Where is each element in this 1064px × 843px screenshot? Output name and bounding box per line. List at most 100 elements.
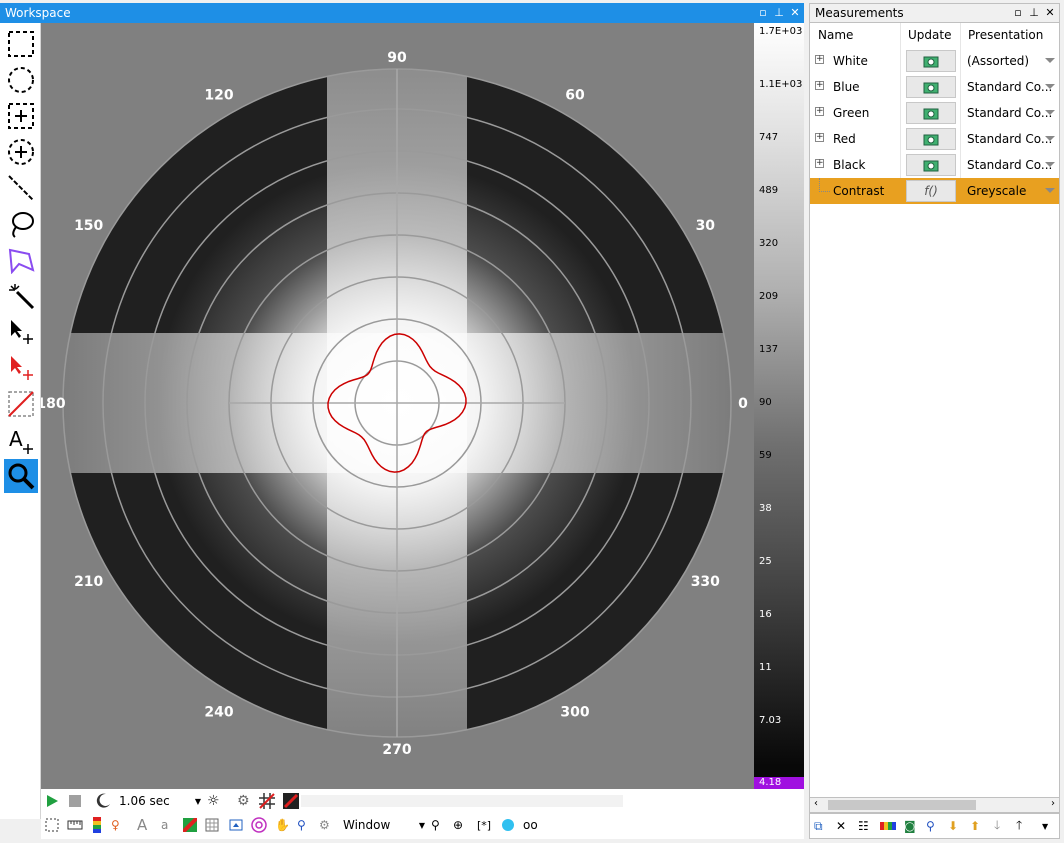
pin-icon[interactable]: ⊥ <box>774 6 784 20</box>
play-button[interactable] <box>45 793 59 809</box>
view-settings-button[interactable]: ⚙ <box>319 817 330 833</box>
rectangle-center-tool[interactable] <box>4 99 38 133</box>
expand-icon[interactable]: + <box>815 55 824 64</box>
column-header-presentation[interactable]: Presentation <box>968 23 1043 47</box>
delete-measurement-button[interactable]: ✕ <box>836 818 846 834</box>
dropdown-arrow-icon[interactable] <box>1045 162 1055 167</box>
horizontal-scrollbar[interactable]: ‹ › <box>809 797 1060 813</box>
angle-label: 210 <box>74 574 103 590</box>
no-grid-button[interactable] <box>259 793 275 809</box>
zoom-tool[interactable] <box>4 459 38 493</box>
polar-target-button[interactable] <box>251 817 267 833</box>
lasso-tool[interactable] <box>4 207 38 241</box>
color-circle-button[interactable] <box>501 817 515 833</box>
polygon-tool[interactable] <box>4 243 38 277</box>
colorbar-icon <box>93 817 101 833</box>
presentation-value: Greyscale <box>967 184 1027 198</box>
update-camera-button[interactable] <box>906 154 956 176</box>
brightness-button[interactable]: ☼ <box>207 793 220 809</box>
erase-tool[interactable] <box>4 387 38 421</box>
update-camera-button[interactable] <box>906 102 956 124</box>
rectangle-select-tool[interactable] <box>4 27 38 61</box>
add-measurement-button[interactable]: ⧉ <box>814 818 823 834</box>
colorbar-button[interactable] <box>880 818 896 834</box>
restore-icon[interactable]: ▫ <box>1013 6 1023 20</box>
scroll-left-icon[interactable]: ‹ <box>814 798 818 809</box>
zoom-mode-value: Window <box>343 818 391 832</box>
close-icon[interactable]: ✕ <box>1045 6 1055 20</box>
dropdown-arrow-icon[interactable] <box>1045 84 1055 89</box>
measurement-row[interactable]: + Black Standard Co... <box>810 152 1059 178</box>
export-button[interactable]: ⬆ <box>970 818 980 834</box>
update-function-button[interactable]: f() <box>906 180 956 202</box>
move-down-button[interactable]: 🡓 <box>994 818 1000 834</box>
cross-section-button[interactable]: ♀ <box>111 817 120 833</box>
dropdown-arrow-icon[interactable] <box>1045 188 1055 193</box>
line-tool[interactable] <box>4 171 38 205</box>
import-button[interactable]: ⬇ <box>948 818 958 834</box>
font-smaller-button[interactable]: a <box>161 817 168 833</box>
zoom-fit-button[interactable]: ⚲ <box>431 817 440 833</box>
interval-select[interactable]: 1.06 sec ▼ <box>119 793 201 809</box>
workspace-title: Workspace <box>5 6 71 20</box>
scroll-right-icon[interactable]: › <box>1051 798 1055 809</box>
stop-button[interactable] <box>69 793 81 809</box>
restore-icon[interactable]: ▫ <box>758 6 768 20</box>
pin-icon[interactable]: ⊥ <box>1029 6 1039 20</box>
camera-button[interactable]: ◙ <box>904 818 916 834</box>
clear-button[interactable] <box>283 793 299 809</box>
gear-icon: ⚙ <box>237 793 250 809</box>
measurement-row[interactable]: + Green Standard Co... <box>810 100 1059 126</box>
grid-button[interactable] <box>205 817 219 833</box>
update-camera-button[interactable] <box>906 50 956 72</box>
text-tool[interactable]: A <box>4 423 38 457</box>
export-button[interactable] <box>229 817 245 833</box>
font-larger-button[interactable]: A <box>137 816 147 834</box>
ellipse-center-tool[interactable] <box>4 135 38 169</box>
measurement-row[interactable]: + Red Standard Co... <box>810 126 1059 152</box>
ruler-button[interactable] <box>67 817 83 833</box>
angle-label: 0 <box>738 396 748 412</box>
column-header-update[interactable]: Update <box>908 23 951 47</box>
polar-plot-canvas[interactable]: 90 60 30 0 330 300 270 240 210 180 150 120 <box>41 23 754 789</box>
dropdown-arrow-icon[interactable] <box>1045 136 1055 141</box>
expand-icon[interactable]: + <box>815 159 824 168</box>
settings-button[interactable]: ⚙ <box>237 793 250 809</box>
measurements-toolbar: ⧉ ✕ ☷ ◙ ⚲ ⬇ ⬆ 🡓 🡑 ▼ <box>809 813 1060 839</box>
expand-icon[interactable]: + <box>815 81 824 90</box>
bracket-button[interactable]: [*] <box>477 817 491 833</box>
scroll-thumb[interactable] <box>828 800 976 810</box>
angle-label: 180 <box>41 396 66 412</box>
column-header-name[interactable]: Name <box>818 23 853 47</box>
measurement-row[interactable]: + Blue Standard Co... <box>810 74 1059 100</box>
cyan-circle-icon <box>502 819 514 831</box>
dropdown-arrow-icon[interactable] <box>1045 58 1055 63</box>
magic-wand-tool[interactable] <box>4 279 38 313</box>
select-region-button[interactable] <box>45 817 59 833</box>
list-button[interactable]: ☷ <box>858 818 869 834</box>
expand-icon[interactable]: + <box>815 133 824 142</box>
overflow-button[interactable]: ▼ <box>1042 818 1048 834</box>
colormap-button[interactable] <box>93 817 101 833</box>
expand-icon[interactable]: + <box>815 107 824 116</box>
measurements-title: Measurements <box>815 6 904 20</box>
color-gradient-icon <box>880 822 896 830</box>
move-red-tool[interactable] <box>4 351 38 385</box>
close-icon[interactable]: ✕ <box>790 6 800 20</box>
ellipse-select-tool[interactable] <box>4 63 38 97</box>
move-tool[interactable] <box>4 315 38 349</box>
dropdown-arrow-icon[interactable] <box>1045 110 1055 115</box>
center-button[interactable]: ⊕ <box>453 817 463 833</box>
update-camera-button[interactable] <box>906 76 956 98</box>
night-mode-button[interactable] <box>95 793 111 809</box>
pan-button[interactable]: ✋ <box>275 817 290 833</box>
move-up-button[interactable]: 🡑 <box>1016 818 1022 834</box>
measurement-row[interactable]: + White (Assorted) <box>810 48 1059 74</box>
search-button[interactable]: ⚲ <box>926 818 935 834</box>
zoom-options-button[interactable]: ⚲ <box>297 817 306 833</box>
update-camera-button[interactable] <box>906 128 956 150</box>
glasses-button[interactable]: oo <box>523 817 538 833</box>
false-color-button[interactable] <box>183 817 197 833</box>
measurement-row[interactable]: Contrast f() Greyscale <box>810 178 1059 204</box>
zoom-mode-select[interactable]: Window ▼ <box>343 817 425 833</box>
